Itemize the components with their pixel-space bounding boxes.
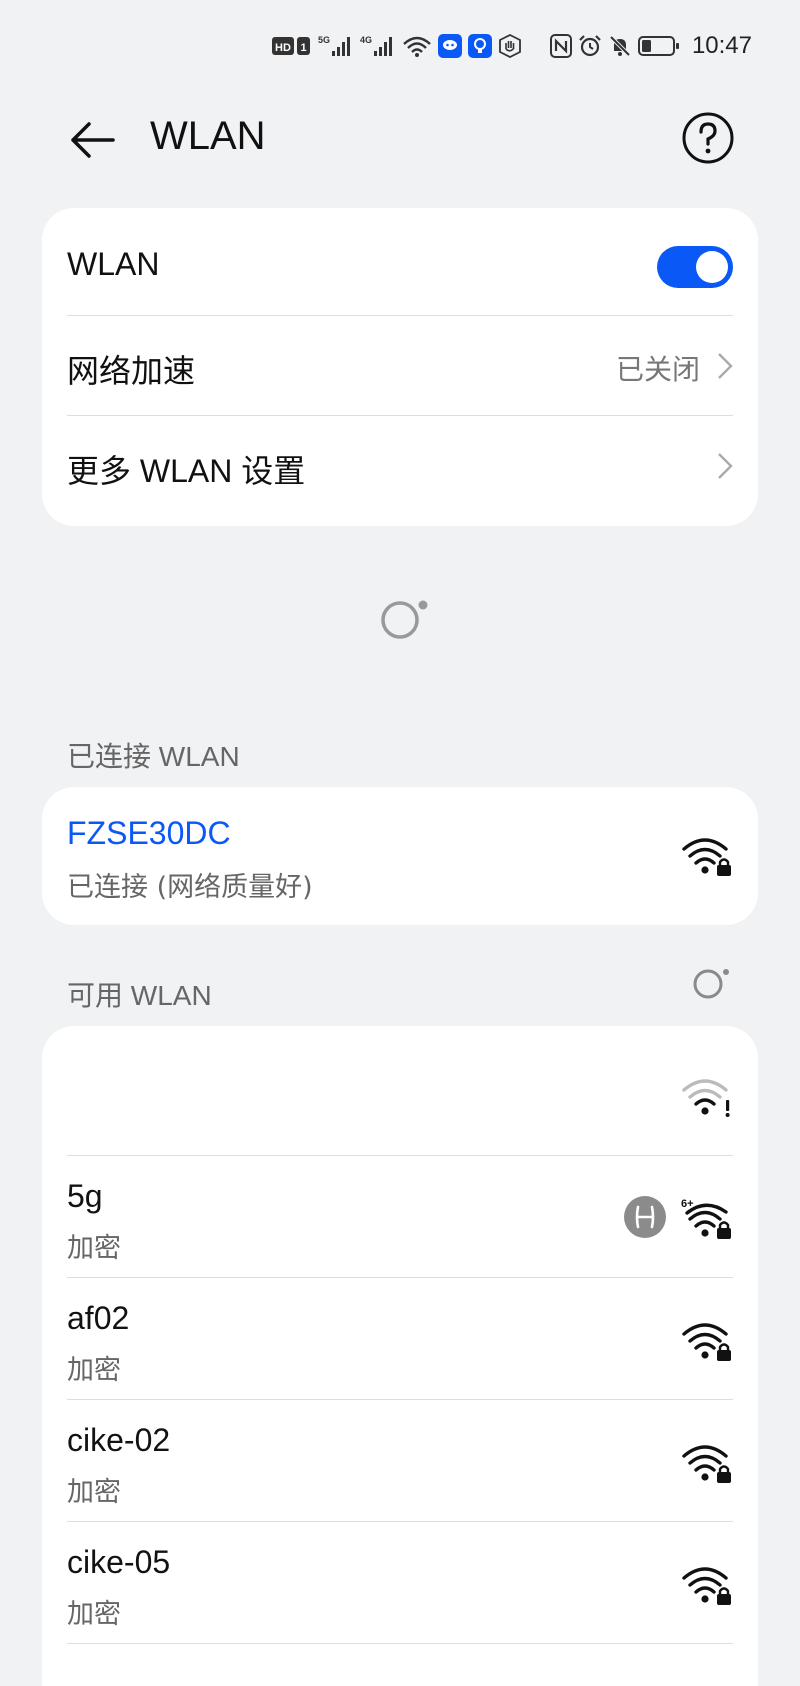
wifi-lock-icon[interactable] [681,835,733,877]
nfc-icon [549,34,572,58]
wlan-toggle-row[interactable]: WLAN [42,208,758,316]
arrow-left-icon [71,122,115,158]
back-button[interactable] [62,110,122,170]
network-security: 加密 [67,1233,121,1264]
connected-status: 已连接 (网络质量好) [67,872,313,903]
signal-5g-icon: 5G [318,35,350,56]
scanning-spinner-icon [693,969,729,999]
available-networks-card: 5g 加密 6+ af02 加密 cike-02 加密 cike-05 加密 [42,1026,758,1686]
network-security: 加密 [67,1355,121,1386]
alarm-icon [579,35,601,57]
settings-card: WLAN 网络加速 已关闭 更多 WLAN 设置 [42,208,758,526]
network-acceleration-value: 已关闭 [615,353,700,386]
harmony-icon [624,1196,666,1238]
network-row[interactable]: af02 加密 [42,1278,758,1400]
signal-4g-icon: 4G [360,35,392,56]
battery-icon [637,36,679,56]
hd-icon: HD 1 [271,37,310,55]
network-row[interactable] [42,1026,758,1156]
app-header: WLAN [0,94,800,214]
wifi-lock-icon[interactable] [681,1564,733,1606]
chevron-right-icon [718,353,733,379]
signal-4g-label: 4G [360,35,372,45]
wifi-status-icon [403,36,431,57]
network-ssid: af02 [67,1300,130,1336]
divider [67,1643,733,1644]
loading-spinner-icon [381,600,428,639]
network-row[interactable]: cike-05 加密 [42,1522,758,1644]
wifi-warning-icon [682,1079,730,1117]
network-security: 加密 [67,1599,121,1630]
available-section-title: 可用 WLAN [67,980,212,1011]
bulb-app-icon [467,34,492,58]
connected-ssid: FZSE30DC [67,815,231,851]
status-icons: HD 1 5G 4G 10:47 [271,32,752,59]
network-acceleration-label: 网络加速 [67,353,196,389]
page-title: WLAN [150,114,266,158]
chevron-right-icon [718,453,733,479]
toggle-knob [696,251,728,283]
status-bar: HD 1 5G 4G 10:47 [0,0,800,94]
wifi-lock-icon[interactable] [681,1320,733,1362]
network-ssid: 5g [67,1178,103,1214]
app-notification-icon [437,34,462,58]
wlan-toggle[interactable] [657,246,733,288]
help-button[interactable] [680,110,736,166]
wlan-label: WLAN [67,246,160,282]
question-circle-icon [682,112,734,164]
hd-label: HD [275,42,291,54]
wifi-6-lock-icon[interactable]: 6+ [681,1198,733,1240]
more-wlan-settings-row[interactable]: 更多 WLAN 设置 [42,416,758,526]
network-security: 加密 [67,1477,121,1508]
wifi-lock-icon[interactable] [681,1442,733,1484]
connected-card[interactable]: FZSE30DC 已连接 (网络质量好) [42,787,758,925]
connected-section-title: 已连接 WLAN [67,741,240,772]
signal-5g-label: 5G [318,35,330,45]
network-acceleration-row[interactable]: 网络加速 已关闭 [42,316,758,416]
hand-app-icon [499,34,521,58]
network-row[interactable]: cike-02 加密 [42,1400,758,1522]
status-time: 10:47 [691,32,752,59]
sim-label: 1 [300,42,306,54]
mute-icon [609,35,631,57]
network-ssid: cike-05 [67,1544,171,1580]
network-row[interactable]: 5g 加密 6+ [42,1156,758,1278]
more-wlan-settings-label: 更多 WLAN 设置 [67,453,306,489]
network-ssid: cike-02 [67,1422,171,1458]
